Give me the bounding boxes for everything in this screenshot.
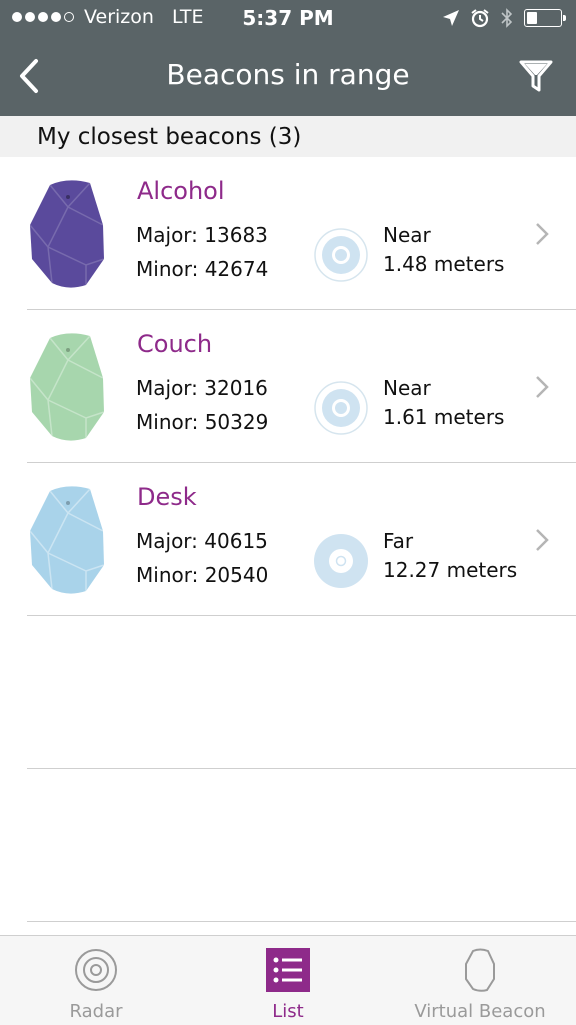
proximity-near-icon <box>314 228 368 282</box>
tab-label: Radar <box>69 1001 123 1022</box>
tab-virtual-beacon[interactable]: Virtual Beacon <box>384 936 576 1025</box>
tab-bar: Radar List Virtual Beacon <box>0 935 576 1025</box>
beacon-row[interactable]: Desk Major: 40615 Minor: 20540 Far 12.27… <box>0 463 576 616</box>
tab-label: Virtual Beacon <box>414 1001 546 1022</box>
bluetooth-icon <box>501 8 513 28</box>
chevron-right-icon <box>536 223 549 245</box>
beacon-icon <box>29 333 105 441</box>
row-divider <box>27 768 576 769</box>
distance-value: 12.27 meters <box>383 558 518 582</box>
beacon-icon <box>29 180 105 288</box>
tab-radar[interactable]: Radar <box>0 936 192 1025</box>
beacon-minor: Minor: 20540 <box>136 563 269 587</box>
status-bar: Verizon LTE 5:37 PM <box>0 0 576 36</box>
alarm-icon <box>471 9 489 28</box>
proximity-far-icon <box>314 534 368 588</box>
beacon-minor: Minor: 50329 <box>136 410 269 434</box>
distance-value: 1.61 meters <box>383 405 505 429</box>
proximity-label: Far <box>383 529 414 553</box>
beacon-minor: Minor: 42674 <box>136 257 269 281</box>
chevron-right-icon <box>536 529 549 551</box>
beacon-major: Major: 40615 <box>136 529 268 553</box>
beacon-major: Major: 32016 <box>136 376 268 400</box>
section-title: My closest beacons (3) <box>37 124 302 150</box>
tab-label: List <box>272 1001 304 1022</box>
row-divider <box>27 615 576 616</box>
page-title: Beacons in range <box>166 58 410 91</box>
proximity-near-icon <box>314 381 368 435</box>
distance-value: 1.48 meters <box>383 252 505 276</box>
beacon-name: Desk <box>137 483 197 511</box>
beacon-outline-icon <box>465 948 495 992</box>
location-arrow-icon <box>443 10 459 26</box>
beacon-major: Major: 13683 <box>136 223 268 247</box>
row-divider <box>27 921 576 922</box>
filter-button[interactable] <box>518 56 554 96</box>
proximity-label: Near <box>383 223 431 247</box>
proximity-label: Near <box>383 376 431 400</box>
radar-icon <box>75 949 117 991</box>
navigation-bar: Beacons in range <box>0 36 576 116</box>
beacon-row[interactable]: Couch Major: 32016 Minor: 50329 Near 1.6… <box>0 310 576 463</box>
chevron-right-icon <box>536 376 549 398</box>
beacon-icon <box>29 486 105 594</box>
beacon-name: Alcohol <box>137 177 225 205</box>
battery-icon <box>524 9 566 27</box>
list-icon <box>266 948 310 992</box>
status-icons <box>442 7 566 29</box>
beacon-name: Couch <box>137 330 213 358</box>
beacon-row[interactable]: Alcohol Major: 13683 Minor: 42674 Near 1… <box>0 157 576 310</box>
tab-list[interactable]: List <box>192 936 384 1025</box>
section-header: My closest beacons (3) <box>0 116 576 157</box>
